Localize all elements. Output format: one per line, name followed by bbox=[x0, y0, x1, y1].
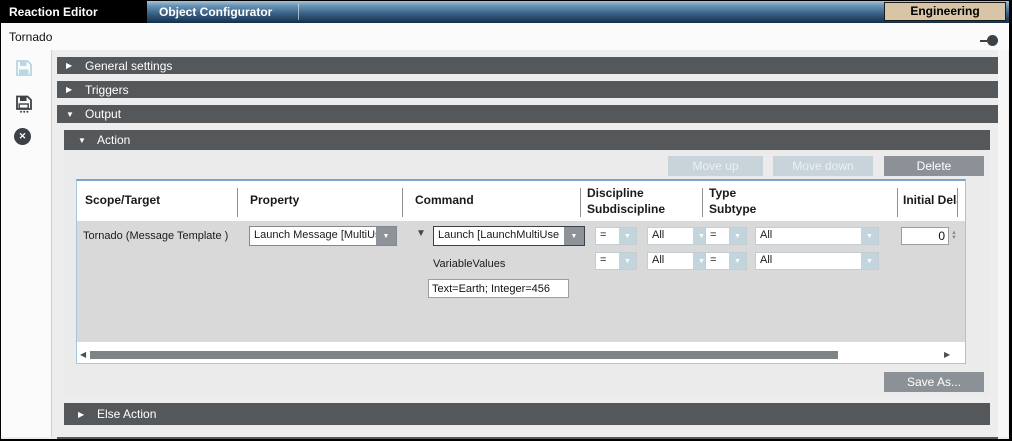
subdiscipline-value-dropdown[interactable]: All ▼ bbox=[647, 252, 711, 270]
command-dropdown-value: Launch [LaunchMultiUse bbox=[434, 227, 564, 245]
dropdown-arrow-icon[interactable]: ▼ bbox=[376, 227, 396, 245]
filter-value: All bbox=[648, 228, 693, 244]
dropdown-arrow-icon[interactable]: ▼ bbox=[729, 228, 746, 244]
section-label: Output bbox=[85, 107, 121, 121]
filter-value: All bbox=[756, 228, 861, 244]
discipline-value-dropdown[interactable]: All ▼ bbox=[647, 227, 711, 245]
save-as-button[interactable]: Save As... bbox=[884, 372, 984, 392]
type-operator-dropdown[interactable]: = ▼ bbox=[705, 227, 747, 245]
collapsed-arrow-icon: ▶ bbox=[78, 410, 92, 419]
column-header-discipline: Discipline bbox=[587, 186, 644, 200]
column-header-subtype: Subtype bbox=[709, 202, 756, 216]
column-header-property: Property bbox=[250, 181, 299, 219]
operator-value: = bbox=[706, 253, 729, 269]
dropdown-arrow-icon[interactable]: ▼ bbox=[564, 227, 584, 245]
property-dropdown[interactable]: Launch Message [MultiUse ▼ bbox=[249, 226, 397, 246]
delete-button[interactable]: Delete bbox=[884, 156, 984, 176]
section-output[interactable]: ▼ Output bbox=[57, 105, 998, 123]
pin-icon[interactable] bbox=[980, 35, 998, 46]
collapsed-arrow-icon: ▶ bbox=[66, 85, 80, 94]
column-divider bbox=[237, 188, 238, 217]
operator-value: = bbox=[706, 228, 729, 244]
dropdown-arrow-icon[interactable]: ▼ bbox=[729, 253, 746, 269]
dropdown-arrow-icon[interactable]: ▼ bbox=[619, 228, 636, 244]
scroll-right-icon[interactable]: ▶ bbox=[944, 350, 950, 359]
scope-target-cell: Tornado (Message Template ) bbox=[83, 230, 228, 242]
title-tab-bar: Reaction Editor Object Configurator Engi… bbox=[1, 1, 1009, 23]
tab-reaction-editor[interactable]: Reaction Editor bbox=[9, 1, 98, 23]
column-header-type: Type bbox=[709, 186, 736, 200]
command-expander-icon[interactable]: ▼ bbox=[416, 228, 426, 239]
discipline-operator-dropdown[interactable]: = ▼ bbox=[595, 227, 637, 245]
section-action[interactable]: ▼ Action bbox=[64, 130, 990, 150]
discard-icon[interactable]: ✕ bbox=[14, 128, 31, 145]
engineering-mode-button[interactable]: Engineering bbox=[884, 2, 1006, 21]
tab-separator bbox=[298, 4, 299, 20]
close-icon: ✕ bbox=[14, 128, 31, 145]
toolbar-sidebar: ✕ bbox=[1, 50, 52, 437]
expanded-arrow-icon: ▼ bbox=[78, 136, 92, 145]
dropdown-arrow-icon[interactable]: ▼ bbox=[861, 253, 878, 269]
column-divider bbox=[580, 188, 581, 217]
vertical-scrollbar-track[interactable] bbox=[998, 50, 1008, 437]
dropdown-arrow-icon[interactable]: ▼ bbox=[619, 253, 636, 269]
section-general-settings[interactable]: ▶ General settings bbox=[57, 57, 998, 74]
column-header-initial-delay: Initial Delay bbox=[903, 181, 957, 219]
filter-value: All bbox=[756, 253, 861, 269]
command-dropdown[interactable]: Launch [LaunchMultiUse ▼ bbox=[433, 226, 585, 246]
object-name-label: Tornado bbox=[9, 30, 52, 44]
subtype-value-dropdown[interactable]: All ▼ bbox=[755, 252, 879, 270]
subdiscipline-operator-dropdown[interactable]: = ▼ bbox=[595, 252, 637, 270]
section-label: Triggers bbox=[85, 83, 129, 97]
dropdown-arrow-icon[interactable]: ▼ bbox=[861, 228, 878, 244]
move-up-button[interactable]: Move up bbox=[668, 156, 763, 176]
operator-value: = bbox=[596, 228, 619, 244]
section-triggers[interactable]: ▶ Triggers bbox=[57, 81, 998, 98]
variable-values-input[interactable] bbox=[428, 279, 569, 298]
section-label: Else Action bbox=[97, 407, 156, 421]
save-as-icon[interactable] bbox=[14, 94, 34, 119]
column-header-scope-target: Scope/Target bbox=[85, 181, 160, 219]
move-down-button[interactable]: Move down bbox=[773, 156, 873, 176]
section-label: General settings bbox=[85, 59, 172, 73]
reaction-editor-window: Reaction Editor Object Configurator Engi… bbox=[0, 0, 1012, 441]
horizontal-scrollbar-thumb[interactable] bbox=[90, 351, 838, 359]
column-divider bbox=[897, 188, 898, 217]
collapsed-arrow-icon: ▶ bbox=[66, 61, 80, 70]
object-bar: Tornado bbox=[1, 23, 1009, 50]
type-value-dropdown[interactable]: All ▼ bbox=[755, 227, 879, 245]
save-icon[interactable] bbox=[14, 58, 34, 83]
tab-object-configurator[interactable]: Object Configurator bbox=[147, 1, 297, 23]
variable-values-label: VariableValues bbox=[433, 258, 505, 270]
filter-value: All bbox=[648, 253, 693, 269]
column-header-subdiscipline: Subdiscipline bbox=[587, 202, 665, 216]
section-partially-visible[interactable] bbox=[57, 437, 998, 440]
initial-delay-spinner: ▲ ▼ bbox=[901, 227, 957, 245]
column-divider bbox=[957, 188, 958, 217]
property-dropdown-value: Launch Message [MultiUse bbox=[250, 227, 376, 245]
column-header-command: Command bbox=[415, 181, 474, 219]
operator-value: = bbox=[596, 253, 619, 269]
initial-delay-input[interactable] bbox=[901, 227, 949, 245]
action-panel: Move up Move down Delete Scope/Target Pr… bbox=[64, 150, 990, 397]
subtype-operator-dropdown[interactable]: = ▼ bbox=[705, 252, 747, 270]
section-else-action[interactable]: ▶ Else Action bbox=[64, 403, 990, 425]
column-divider bbox=[702, 188, 703, 217]
scroll-left-icon[interactable]: ◀ bbox=[80, 350, 86, 359]
expanded-arrow-icon: ▼ bbox=[66, 110, 80, 119]
tab-bar-background: Object Configurator bbox=[147, 1, 1009, 23]
section-label: Action bbox=[97, 133, 130, 147]
spin-down-icon[interactable]: ▼ bbox=[951, 236, 957, 241]
column-divider bbox=[402, 188, 403, 217]
action-table: Scope/Target Property Command Discipline… bbox=[76, 179, 966, 364]
